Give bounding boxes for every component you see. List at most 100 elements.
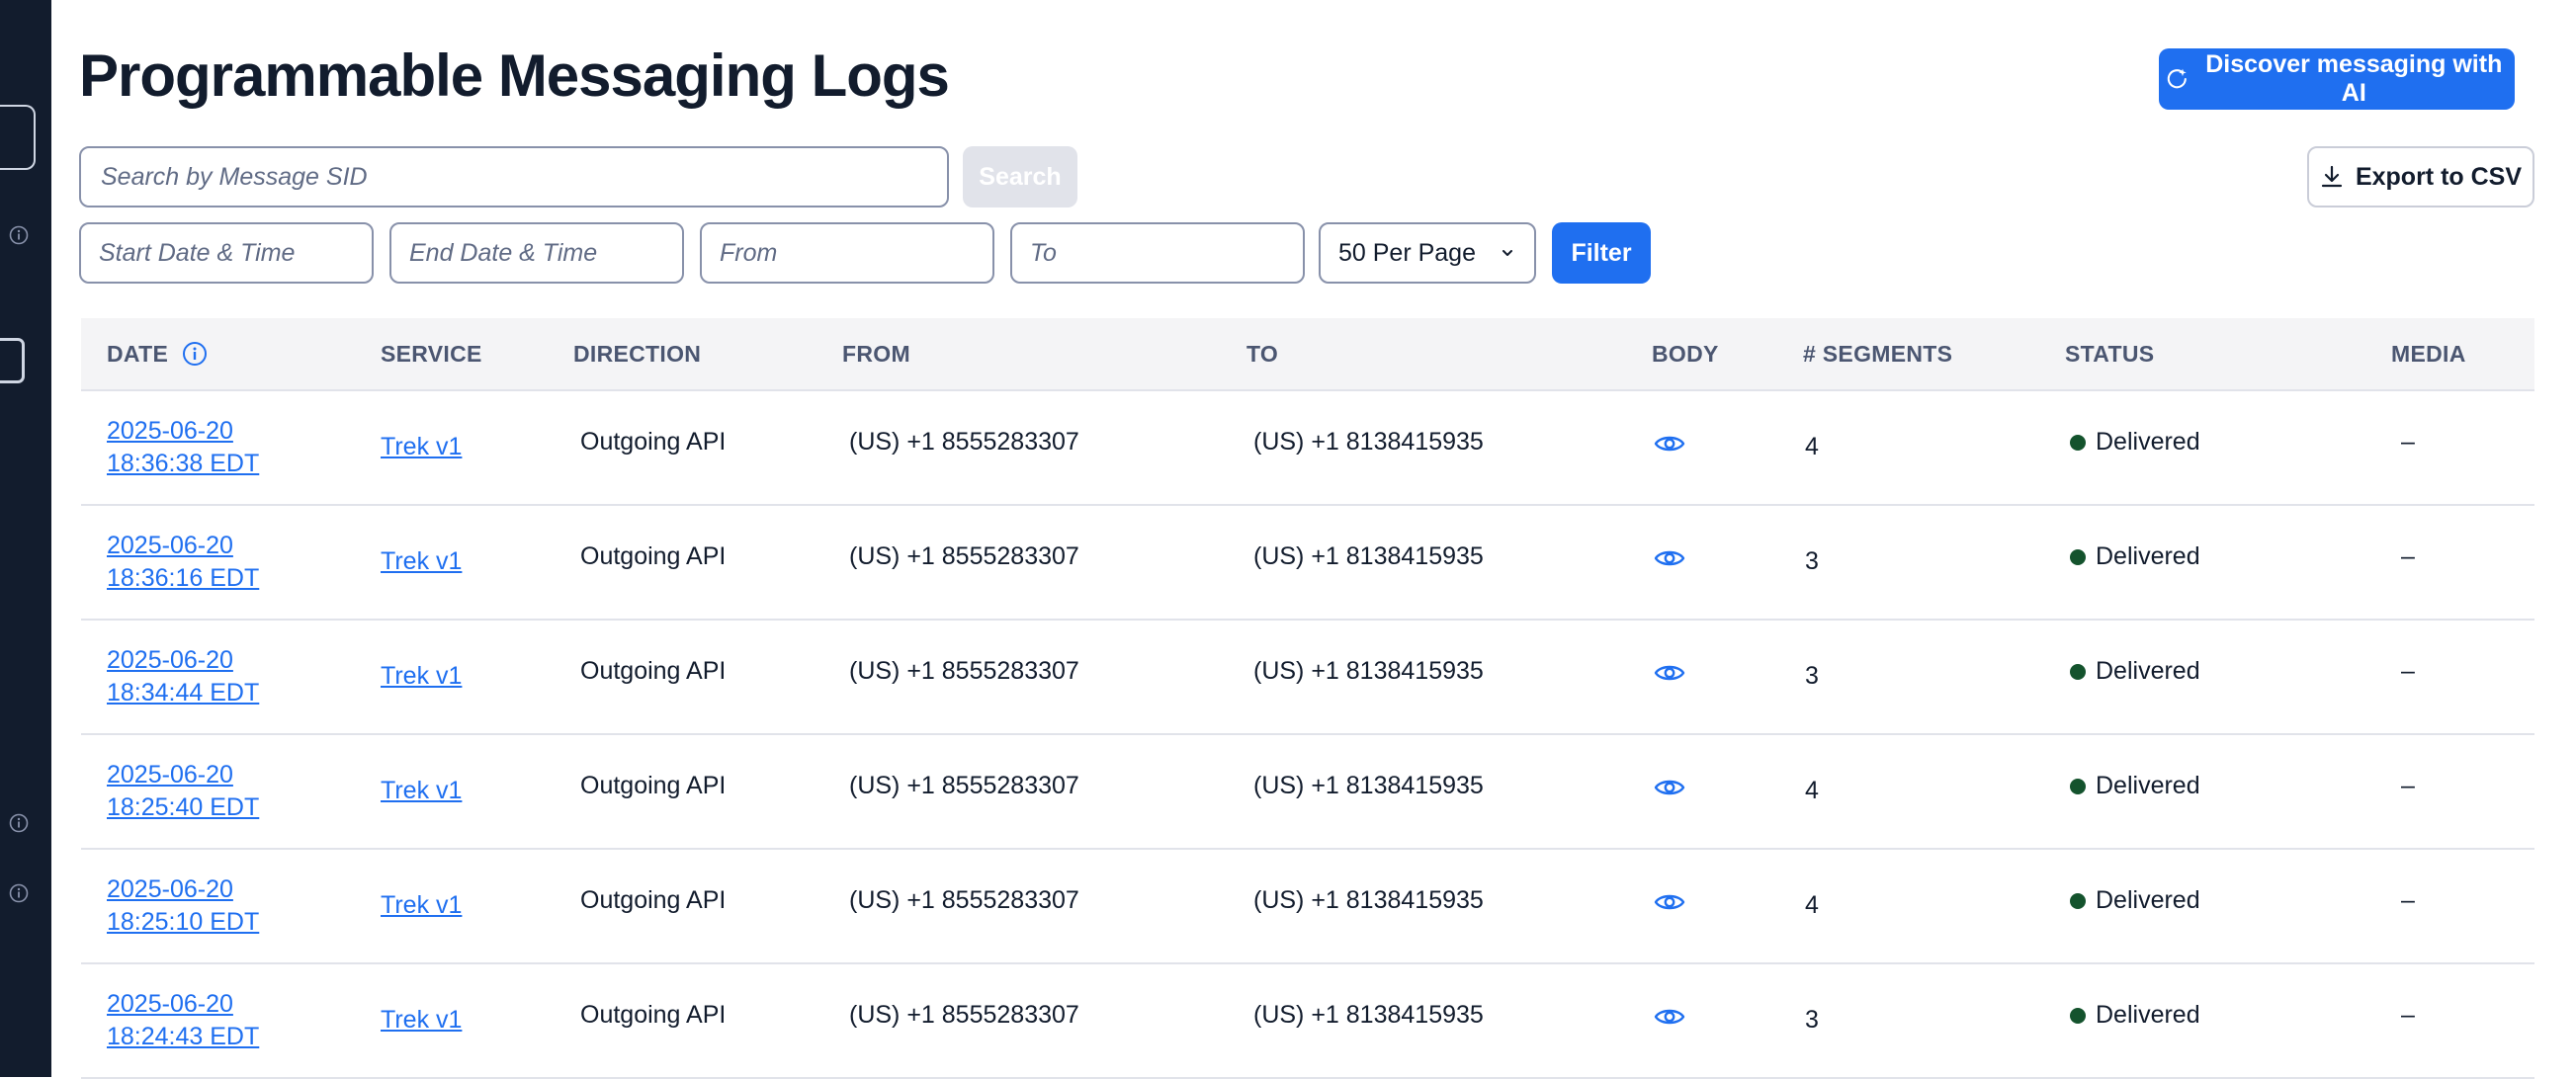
sidebar-nav-item[interactable] [0,105,36,170]
messages-table: DATE SERVICE DIRECTION FROM TO BODY # SE… [81,318,2534,1079]
from-cell: (US) +1 8555283307 [849,428,1079,456]
media-cell: – [2401,657,2415,685]
ai-button-label: Discover messaging with AI [2205,50,2503,107]
time-value: 18:36:16 EDT [107,564,260,592]
service-link[interactable]: Trek v1 [381,777,462,805]
from-placeholder: From [720,238,778,267]
view-body-button[interactable] [1654,662,1685,691]
from-cell: (US) +1 8555283307 [849,657,1079,685]
status-cell: Delivered [2070,772,2200,800]
column-header-to: TO [1246,340,1279,367]
time-value: 18:25:10 EDT [107,908,260,936]
to-field[interactable]: To [1010,222,1305,284]
info-icon[interactable] [182,341,208,367]
date-link[interactable]: 2025-06-20 18:24:43 EDT [107,988,259,1053]
status-label: Delivered [2096,1001,2200,1029]
service-link[interactable]: Trek v1 [381,891,462,920]
direction-cell: Outgoing API [580,772,727,799]
table-row: 2025-06-20 18:36:16 EDT Trek v1 Outgoing… [81,506,2534,621]
download-icon [2321,165,2343,188]
status-dot [2070,892,2086,909]
column-header-body: BODY [1652,340,1719,367]
discover-ai-button[interactable]: Discover messaging with AI [2159,48,2515,110]
from-cell: (US) +1 8555283307 [849,1001,1079,1029]
view-body-button[interactable] [1654,1006,1685,1035]
column-header-media: MEDIA [2391,340,2466,367]
end-date-placeholder: End Date & Time [409,238,598,267]
time-value: 18:34:44 EDT [107,679,260,706]
end-date-field[interactable]: End Date & Time [389,222,684,284]
date-link[interactable]: 2025-06-20 18:34:44 EDT [107,644,259,709]
to-cell: (US) +1 8138415935 [1253,772,1484,799]
date-link[interactable]: 2025-06-20 18:25:40 EDT [107,759,259,824]
info-icon[interactable] [9,883,29,903]
column-header-segments: # SEGMENTS [1803,340,1953,367]
status-dot [2070,548,2086,565]
status-cell: Delivered [2070,428,2200,456]
view-body-button[interactable] [1654,433,1685,461]
column-header-status: STATUS [2065,340,2155,367]
search-input[interactable]: Search by Message SID [79,146,949,208]
date-link[interactable]: 2025-06-20 18:36:38 EDT [107,415,259,480]
search-button[interactable]: Search [963,146,1077,208]
table-row: 2025-06-20 18:34:44 EDT Trek v1 Outgoing… [81,621,2534,735]
eye-icon [1654,550,1685,566]
status-dot [2070,663,2086,680]
per-page-value: 50 Per Page [1338,238,1476,267]
from-field[interactable]: From [700,222,994,284]
date-value: 2025-06-20 [107,875,233,903]
sidebar-nav-item-active[interactable] [0,338,25,383]
date-link[interactable]: 2025-06-20 18:25:10 EDT [107,873,259,939]
status-cell: Delivered [2070,657,2200,686]
status-dot [2070,778,2086,794]
search-button-label: Search [979,162,1062,191]
eye-icon [1654,1009,1685,1025]
date-value: 2025-06-20 [107,417,233,445]
to-cell: (US) +1 8138415935 [1253,428,1484,456]
status-label: Delivered [2096,886,2200,914]
view-body-button[interactable] [1654,547,1685,576]
table-header: DATE SERVICE DIRECTION FROM TO BODY # SE… [81,318,2534,391]
status-cell: Delivered [2070,542,2200,571]
to-cell: (US) +1 8138415935 [1253,657,1484,685]
eye-icon [1654,780,1685,795]
segments-cell: 4 [1805,777,1819,804]
to-cell: (US) +1 8138415935 [1253,886,1484,914]
service-link[interactable]: Trek v1 [381,662,462,691]
table-row: 2025-06-20 18:36:38 EDT Trek v1 Outgoing… [81,391,2534,506]
view-body-button[interactable] [1654,777,1685,805]
column-header-from: FROM [842,340,910,367]
eye-icon [1654,894,1685,910]
direction-cell: Outgoing API [580,428,727,456]
per-page-select[interactable]: 50 Per Page [1319,222,1536,284]
column-header-direction: DIRECTION [573,340,702,367]
direction-cell: Outgoing API [580,1001,727,1029]
view-body-button[interactable] [1654,891,1685,920]
date-value: 2025-06-20 [107,646,233,674]
export-csv-button[interactable]: Export to CSV [2307,146,2534,208]
service-link[interactable]: Trek v1 [381,1006,462,1035]
date-link[interactable]: 2025-06-20 18:36:16 EDT [107,530,259,595]
direction-cell: Outgoing API [580,542,727,570]
status-dot [2070,434,2086,451]
column-header-date: DATE [107,318,208,389]
media-cell: – [2401,772,2415,799]
search-placeholder: Search by Message SID [101,162,368,191]
service-link[interactable]: Trek v1 [381,433,462,461]
status-label: Delivered [2096,428,2200,456]
media-cell: – [2401,542,2415,570]
segments-cell: 3 [1805,662,1819,690]
from-cell: (US) +1 8555283307 [849,542,1079,570]
start-date-placeholder: Start Date & Time [99,238,296,267]
info-icon[interactable] [9,813,29,833]
table-row: 2025-06-20 18:25:40 EDT Trek v1 Outgoing… [81,735,2534,850]
info-icon[interactable] [9,225,29,245]
status-cell: Delivered [2070,1001,2200,1030]
status-label: Delivered [2096,772,2200,799]
direction-cell: Outgoing API [580,657,727,685]
export-label: Export to CSV [2355,162,2523,191]
service-link[interactable]: Trek v1 [381,547,462,576]
filter-button[interactable]: Filter [1552,222,1651,284]
segments-cell: 4 [1805,433,1819,460]
start-date-field[interactable]: Start Date & Time [79,222,374,284]
